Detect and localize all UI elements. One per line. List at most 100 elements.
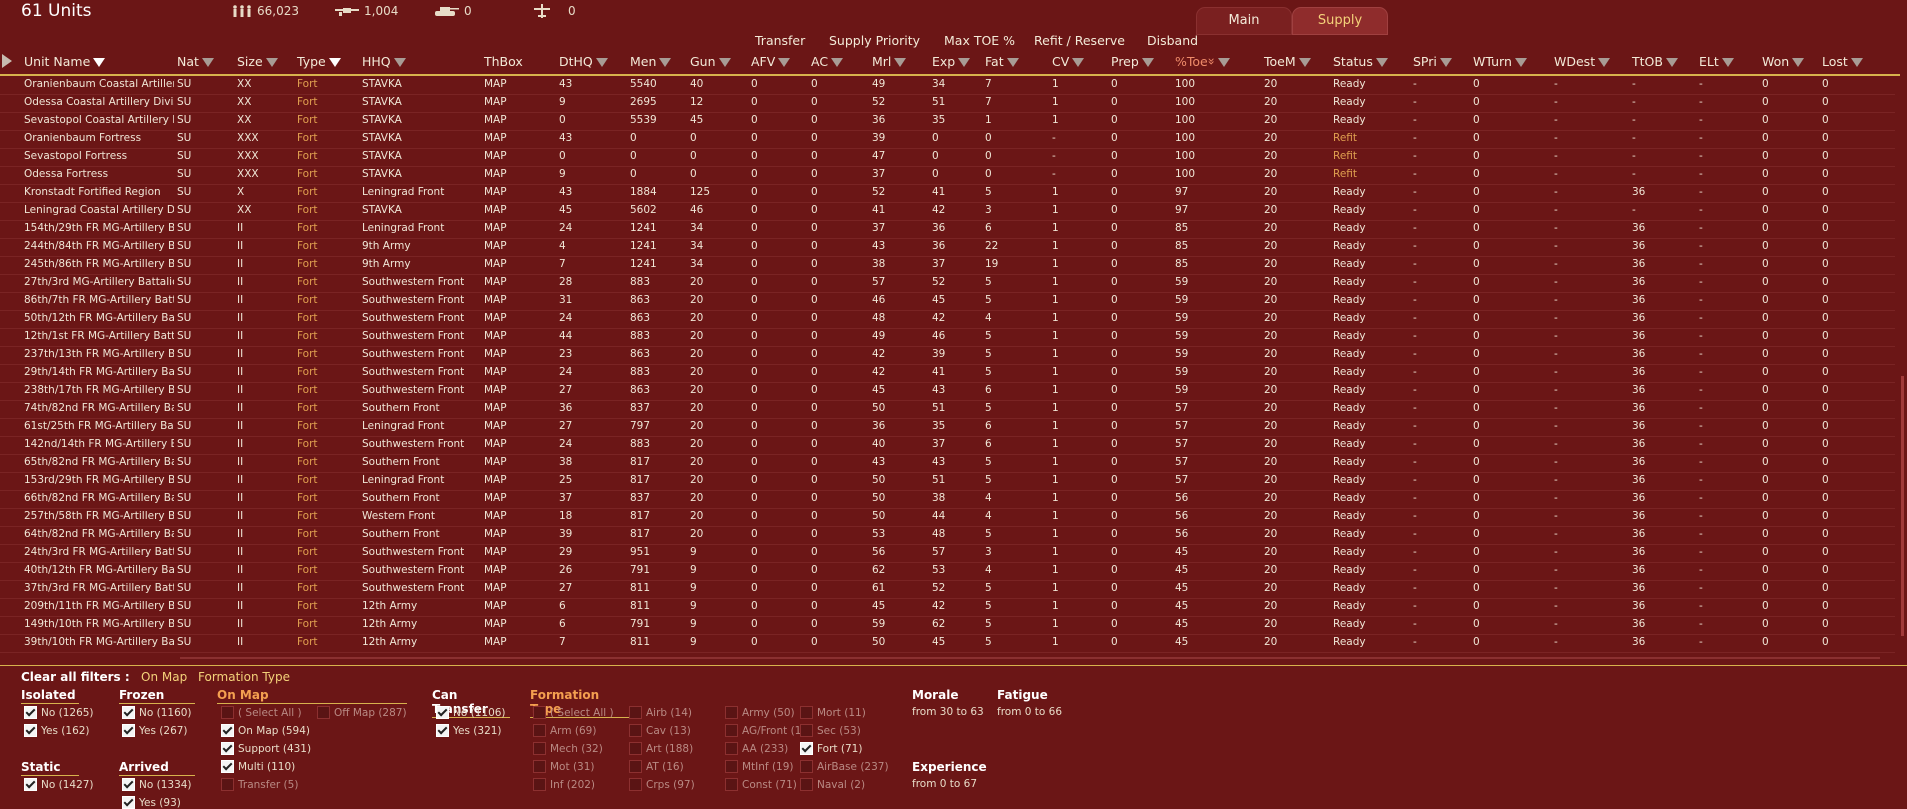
- filter-icon[interactable]: [93, 58, 106, 67]
- filter-option[interactable]: Yes (321): [436, 724, 502, 737]
- filter-option[interactable]: Crps (97): [629, 778, 695, 791]
- cell-unit-name[interactable]: 74th/82nd FR MG-Artillery Bat: [24, 402, 174, 414]
- column-header-prep[interactable]: Prep: [1111, 54, 1154, 69]
- filter-icon[interactable]: [1072, 58, 1085, 67]
- filter-icon[interactable]: [1598, 58, 1611, 67]
- table-row[interactable]: 149th/10th FR MG-Artillery Ba SU II Fort 12t…: [0, 616, 1895, 635]
- checkbox-checked-icon[interactable]: [122, 796, 135, 809]
- table-row[interactable]: 29th/14th FR MG-Artillery Bat SU II Fort Sou…: [0, 364, 1895, 383]
- filter-option[interactable]: ( Select All ): [533, 706, 614, 719]
- filter-fatigue-title[interactable]: Fatigue: [997, 688, 1048, 703]
- filter-option[interactable]: Army (50): [725, 706, 795, 719]
- filter-option[interactable]: ( Select All ): [221, 706, 302, 719]
- filter-option[interactable]: Transfer (5): [221, 778, 298, 791]
- table-row[interactable]: 244th/84th FR MG-Artillery Ba SU II Fort 9th…: [0, 238, 1895, 257]
- cell-unit-name[interactable]: 64th/82nd FR MG-Artillery Bat: [24, 528, 174, 540]
- column-header-ac[interactable]: AC: [811, 54, 844, 69]
- clear-filters-button[interactable]: Clear all filters :: [21, 670, 130, 684]
- table-row[interactable]: Kronstadt Fortified Region SU X Fort Leningr…: [0, 184, 1895, 203]
- column-header-elt[interactable]: ELt: [1699, 54, 1734, 69]
- cell-unit-name[interactable]: Sevastopol Fortress: [24, 150, 174, 162]
- table-row[interactable]: Odessa Coastal Artillery Divisi SU XX Fort S…: [0, 94, 1895, 113]
- filter-option[interactable]: Fort (71): [800, 742, 862, 755]
- filter-icon[interactable]: [1218, 58, 1231, 67]
- column-header-gun[interactable]: Gun: [690, 54, 731, 69]
- table-row[interactable]: Sevastopol Fortress SU XXX Fort STAVKA MAP 0 0 0…: [0, 148, 1895, 167]
- column-header-mrl[interactable]: Mrl: [872, 54, 907, 69]
- filter-option[interactable]: Const (71): [725, 778, 797, 791]
- cell-unit-name[interactable]: 65th/82nd FR MG-Artillery Bat: [24, 456, 174, 468]
- checkbox-checked-icon[interactable]: [24, 778, 37, 791]
- filter-icon[interactable]: [1141, 58, 1154, 67]
- expand-arrow-icon[interactable]: [2, 54, 12, 68]
- disband-button[interactable]: Disband: [1147, 33, 1198, 48]
- table-row[interactable]: 245th/86th FR MG-Artillery Ba SU II Fort 9th…: [0, 256, 1895, 275]
- filter-icon[interactable]: [1439, 58, 1452, 67]
- checkbox-checked-icon[interactable]: [122, 778, 135, 791]
- filter-option[interactable]: Sec (53): [800, 724, 861, 737]
- column-header-unit-name[interactable]: Unit Name: [24, 54, 106, 69]
- checkbox-icon[interactable]: [629, 706, 642, 719]
- column-header-status[interactable]: Status: [1333, 54, 1388, 69]
- table-row[interactable]: 61st/25th FR MG-Artillery Batt SU II Fort Le…: [0, 418, 1895, 437]
- table-row[interactable]: 86th/7th FR MG-Artillery Batt SU II Fort Sou…: [0, 292, 1895, 311]
- filter-icon[interactable]: [1298, 58, 1311, 67]
- cell-unit-name[interactable]: 153rd/29th FR MG-Artillery Ba: [24, 474, 174, 486]
- column-header-spri[interactable]: SPri: [1413, 54, 1452, 69]
- filter-option[interactable]: Naval (2): [800, 778, 865, 791]
- table-row[interactable]: 154th/29th FR MG-Artillery Ba SU II Fort Len…: [0, 220, 1895, 239]
- checkbox-icon[interactable]: [725, 706, 738, 719]
- column-header-wturn[interactable]: WTurn: [1473, 54, 1527, 69]
- checkbox-checked-icon[interactable]: [122, 706, 135, 719]
- column-header-won[interactable]: Won: [1762, 54, 1805, 69]
- cell-unit-name[interactable]: 257th/58th FR MG-Artillery Ba: [24, 510, 174, 522]
- table-row[interactable]: 142nd/14th FR MG-Artillery B SU II Fort Sout…: [0, 436, 1895, 455]
- table-row[interactable]: 65th/82nd FR MG-Artillery Bat SU II Fort Sou…: [0, 454, 1895, 473]
- checkbox-icon[interactable]: [800, 760, 813, 773]
- filter-experience-title[interactable]: Experience: [912, 760, 987, 775]
- filter-option[interactable]: No (1265): [24, 706, 94, 719]
- filter-option[interactable]: Mot (31): [533, 760, 595, 773]
- checkbox-icon[interactable]: [800, 778, 813, 791]
- filter-icon[interactable]: [659, 58, 672, 67]
- refit-reserve-button[interactable]: Refit / Reserve: [1034, 33, 1125, 48]
- table-row[interactable]: Oranienbaum Coastal Artillery SU XX Fort STA…: [0, 76, 1895, 95]
- checkbox-icon[interactable]: [629, 778, 642, 791]
- filter-icon[interactable]: [265, 58, 278, 67]
- vertical-scrollbar[interactable]: [1900, 76, 1906, 636]
- checkbox-icon[interactable]: [725, 742, 738, 755]
- table-row[interactable]: 27th/3rd MG-Artillery Battalio SU II Fort So…: [0, 274, 1895, 293]
- table-row[interactable]: 74th/82nd FR MG-Artillery Bat SU II Fort Sou…: [0, 400, 1895, 419]
- cell-unit-name[interactable]: 142nd/14th FR MG-Artillery B: [24, 438, 174, 450]
- filter-morale-title[interactable]: Morale: [912, 688, 958, 703]
- cell-unit-name[interactable]: 39th/10th FR MG-Artillery Bat: [24, 636, 174, 648]
- filter-option[interactable]: No (1427): [24, 778, 94, 791]
- column-header-men[interactable]: Men: [630, 54, 672, 69]
- cell-unit-name[interactable]: 244th/84th FR MG-Artillery Ba: [24, 240, 174, 252]
- filter-icon[interactable]: [1665, 58, 1678, 67]
- filter-option[interactable]: Inf (202): [533, 778, 595, 791]
- checkbox-icon[interactable]: [533, 742, 546, 755]
- cell-unit-name[interactable]: 66th/82nd FR MG-Artillery Bat: [24, 492, 174, 504]
- filter-option[interactable]: Yes (267): [122, 724, 188, 737]
- table-row[interactable]: 64th/82nd FR MG-Artillery Bat SU II Fort Sou…: [0, 526, 1895, 545]
- cell-unit-name[interactable]: 245th/86th FR MG-Artillery Ba: [24, 258, 174, 270]
- cell-unit-name[interactable]: 149th/10th FR MG-Artillery Ba: [24, 618, 174, 630]
- filter-icon[interactable]: [595, 58, 608, 67]
- cell-unit-name[interactable]: 37th/3rd FR MG-Artillery Batt: [24, 582, 174, 594]
- table-row[interactable]: 12th/1st FR MG-Artillery Batta SU II Fort So…: [0, 328, 1895, 347]
- filter-icon[interactable]: [958, 58, 971, 67]
- cell-unit-name[interactable]: 154th/29th FR MG-Artillery Ba: [24, 222, 174, 234]
- cell-unit-name[interactable]: Odessa Coastal Artillery Divisi: [24, 96, 174, 108]
- cell-unit-name[interactable]: 24th/3rd FR MG-Artillery Batt: [24, 546, 174, 558]
- column-header-exp[interactable]: Exp: [932, 54, 971, 69]
- checkbox-checked-icon[interactable]: [436, 706, 449, 719]
- cell-unit-name[interactable]: 40th/12th FR MG-Artillery Bat: [24, 564, 174, 576]
- filter-option[interactable]: Mort (11): [800, 706, 866, 719]
- column-header-fat[interactable]: Fat: [985, 54, 1019, 69]
- column-header-wdest[interactable]: WDest: [1554, 54, 1611, 69]
- checkbox-icon[interactable]: [725, 778, 738, 791]
- filter-option[interactable]: Yes (162): [24, 724, 90, 737]
- transfer-button[interactable]: Transfer: [755, 33, 805, 48]
- table-row[interactable]: Leningrad Coastal Artillery Div SU XX Fort S…: [0, 202, 1895, 221]
